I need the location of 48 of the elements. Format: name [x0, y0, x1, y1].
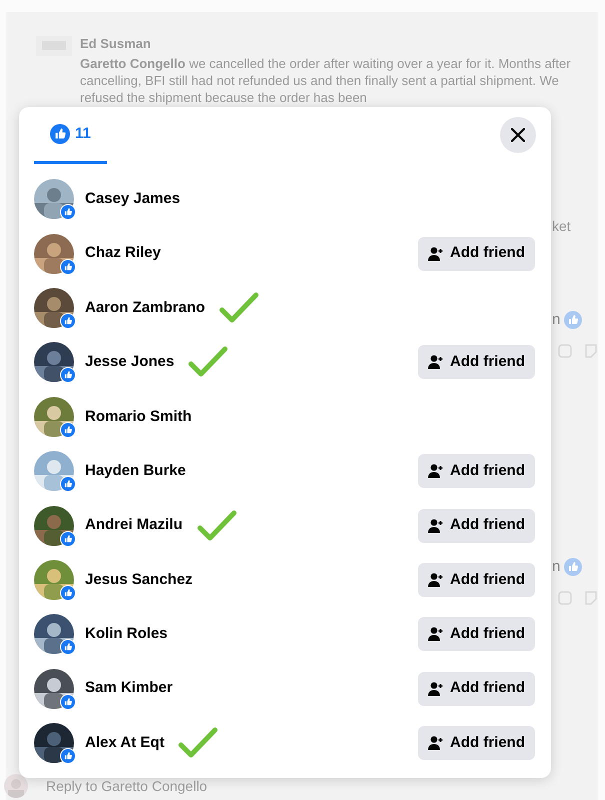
like-icon — [564, 558, 582, 576]
person-name[interactable]: Andrei Mazilu — [85, 514, 183, 537]
close-icon — [511, 128, 525, 142]
comment-text: Garetto Congello we cancelled the order after waiting over a year for it. Months after cancelling, BFI still had not refunded us and then finally sent a partial shipment. We refused the shipment because the order has been — [80, 54, 572, 106]
person-name[interactable]: Casey James — [85, 188, 180, 210]
like-icon — [564, 311, 582, 330]
add-person-icon — [428, 463, 444, 480]
add-friend-button[interactable]: Add friend — [418, 617, 535, 652]
comment-text: ket — [552, 217, 571, 236]
like-badge-icon — [61, 477, 75, 492]
person-name[interactable]: Jesse Jones — [85, 351, 174, 374]
person-name[interactable]: Romario Smith — [85, 406, 192, 428]
commenter-name: n — [552, 310, 560, 330]
add-friend-button[interactable]: Add friend — [418, 236, 535, 271]
person-name[interactable]: Alex At Eqt — [85, 732, 164, 754]
add-friend-button[interactable]: Add friend — [418, 345, 535, 380]
like-badge-icon — [61, 640, 75, 654]
like-badge-icon — [61, 422, 75, 437]
add-friend-button[interactable]: Add friend — [418, 672, 535, 706]
person-name[interactable]: Kolin Roles — [85, 623, 168, 646]
person-name[interactable]: Aaron Zambrano — [85, 296, 206, 320]
like-badge-icon — [61, 532, 75, 546]
add-friend-button[interactable]: Add friend — [418, 454, 535, 488]
add-friend-button[interactable]: Add friend — [418, 562, 535, 597]
like-icon — [50, 124, 70, 144]
add-friend-button[interactable]: Add friend — [418, 508, 535, 543]
add-person-icon — [428, 735, 444, 752]
commenter-name: n — [552, 557, 560, 577]
like-badge-icon — [61, 586, 75, 600]
person-name[interactable]: Sam Kimber — [85, 677, 173, 700]
close-button[interactable] — [500, 117, 536, 153]
person-name[interactable]: Chaz Riley — [85, 242, 161, 265]
person-name[interactable]: Jesus Sanchez — [85, 568, 193, 592]
like-badge-icon — [61, 205, 75, 220]
like-badge-icon — [61, 314, 75, 328]
add-person-icon — [428, 626, 444, 642]
add-person-icon — [428, 246, 444, 262]
like-badge-icon — [61, 260, 75, 274]
add-person-icon — [428, 518, 444, 534]
like-badge-icon — [61, 368, 75, 382]
like-badge-icon — [61, 694, 75, 709]
reaction-tab[interactable]: 11 — [34, 107, 107, 164]
add-person-icon — [428, 572, 444, 588]
add-person-icon — [428, 354, 444, 370]
like-badge-icon — [61, 749, 75, 764]
add-friend-button[interactable]: Add friend — [418, 726, 535, 760]
person-name[interactable]: Hayden Burke — [85, 460, 186, 482]
add-person-icon — [428, 680, 444, 697]
